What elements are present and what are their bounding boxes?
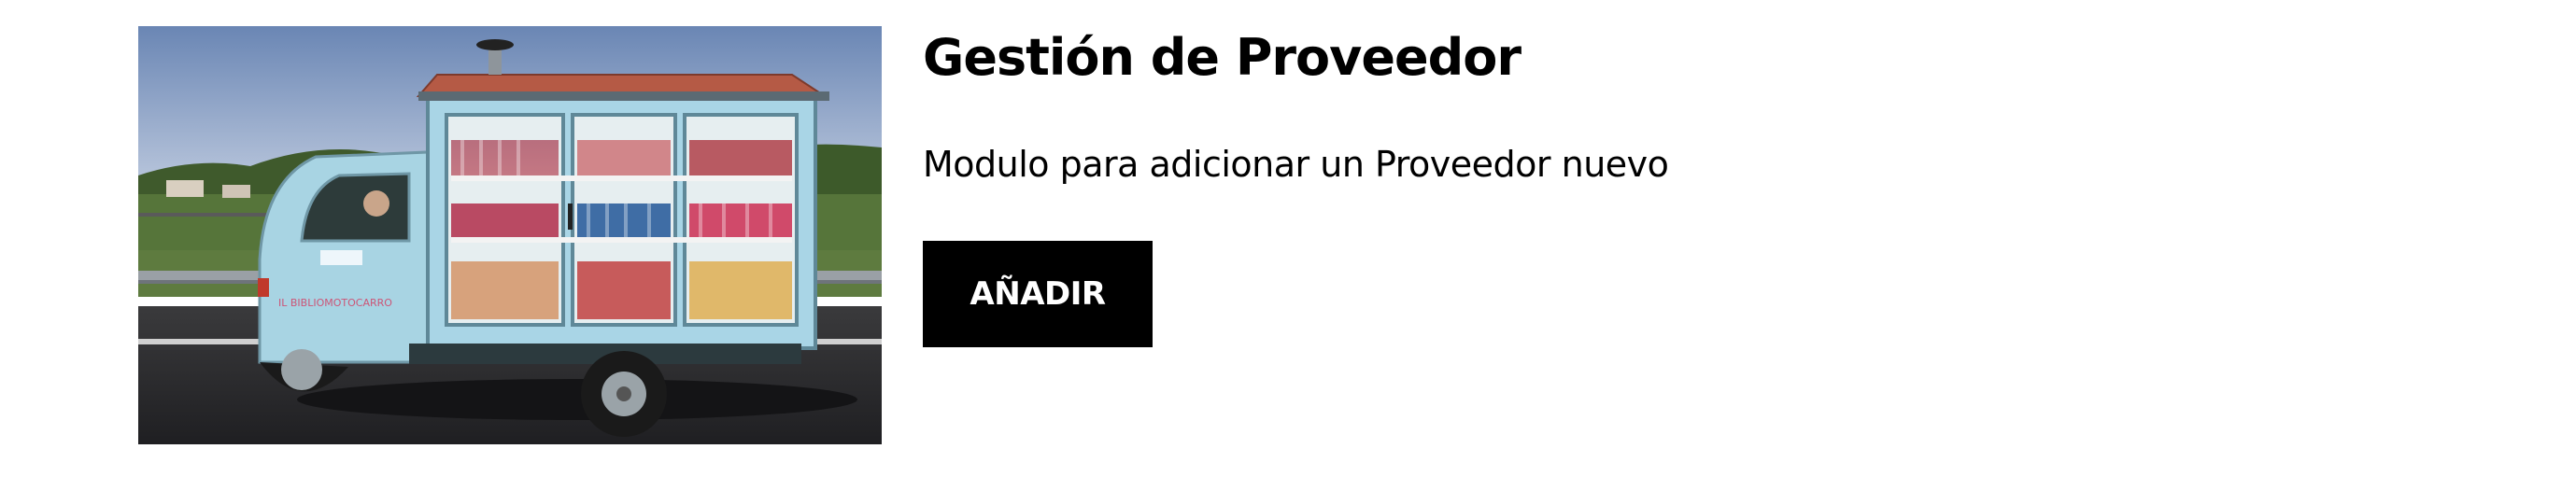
supplier-module-card: IL BIBLIOMOTOCARRO Gestión de Proveedor … — [138, 26, 2567, 446]
module-thumbnail: IL BIBLIOMOTOCARRO — [138, 26, 882, 444]
module-description: Modulo para adicionar un Proveedor nuevo — [923, 144, 1669, 185]
add-button[interactable]: AÑADIR — [923, 241, 1153, 347]
vehicle-lettering: IL BIBLIOMOTOCARRO — [278, 297, 392, 309]
module-title: Gestión de Proveedor — [923, 28, 1522, 87]
